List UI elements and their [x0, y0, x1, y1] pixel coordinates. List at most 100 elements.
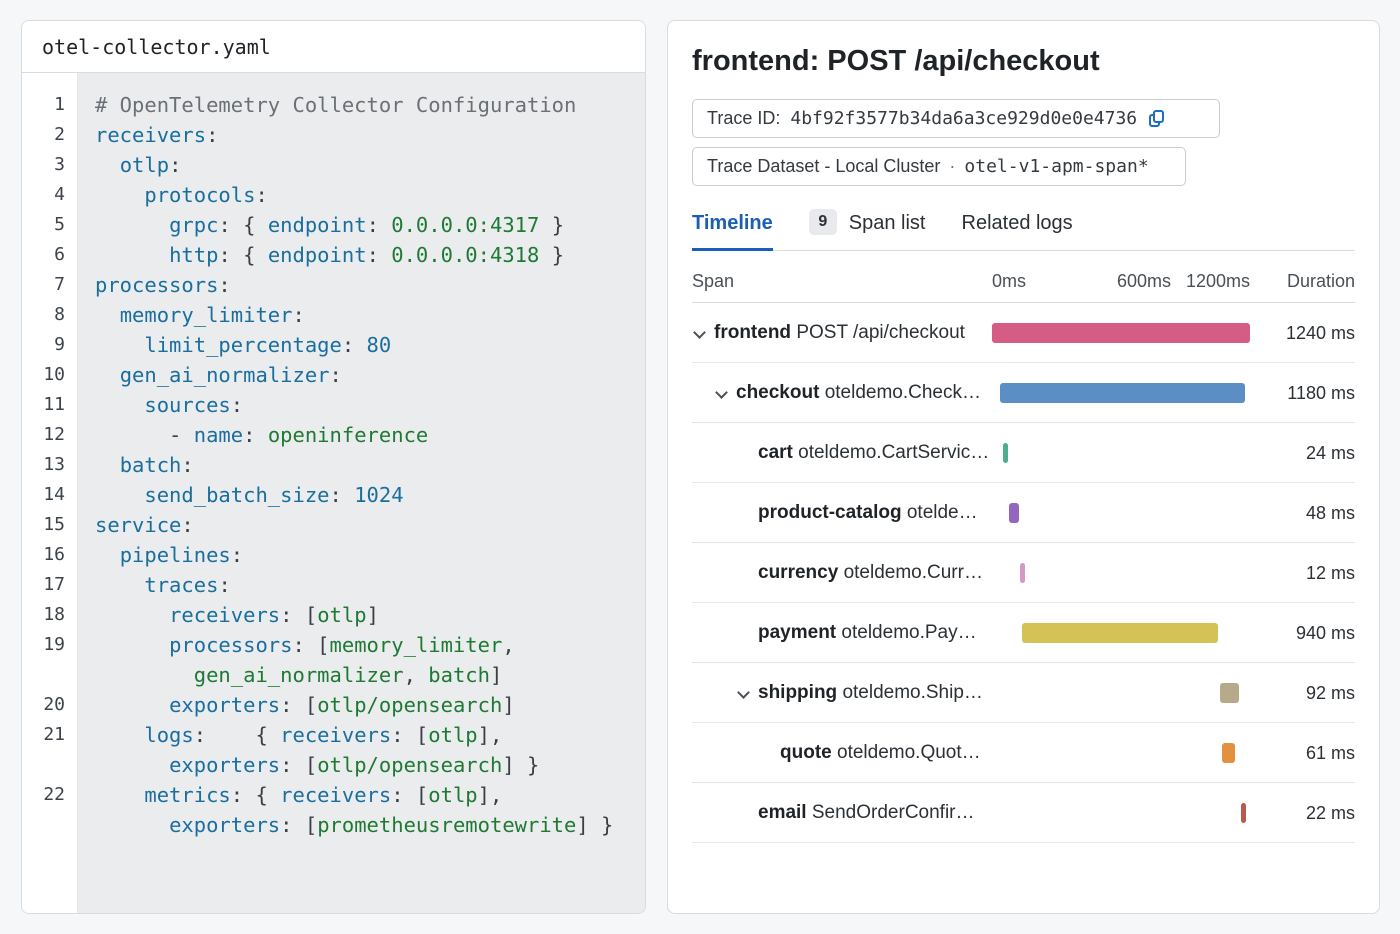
code-token: , [403, 663, 429, 687]
span-service: payment [758, 622, 837, 643]
code-editor-panel: otel-collector.yaml 1 2 3 4 5 6 7 8 9 10 11 12 13 14 1… [21, 20, 646, 914]
code-line: grpc: { endpoint: 0.0.0.0:4317 } [95, 210, 645, 240]
code-token: ] } [576, 813, 614, 837]
span-duration-bar[interactable] [999, 383, 1246, 403]
span-row-quote[interactable]: quote oteldemo.QuoteService/GetQuote 61 m… [692, 723, 1355, 783]
span-row-payment[interactable]: payment oteldemo.PaymentService/Charge 94… [692, 603, 1355, 663]
code-line: batch: [95, 450, 645, 480]
span-operation: oteldemo.CurrencyService/Convert [843, 562, 990, 583]
span-duration-bar[interactable] [992, 323, 1250, 343]
span-name: quote oteldemo.QuoteService/GetQuote [780, 723, 990, 783]
span-row-product-catalog[interactable]: product-catalog oteldemo.ProductCatalogS… [692, 483, 1355, 543]
span-duration: 1240 ms [1285, 323, 1355, 343]
line-number: 1 [54, 94, 65, 115]
tab-span-list[interactable]: 9 Span list [808, 207, 926, 251]
line-number: 3 [54, 154, 65, 175]
span-duration-bar[interactable] [1008, 503, 1019, 523]
span-duration-bar[interactable] [1022, 623, 1218, 643]
code-line: processors: [95, 270, 645, 300]
tab-timeline[interactable]: Timeline [692, 207, 773, 251]
span-row-frontend[interactable]: frontend POST /api/checkout 1240 ms [692, 303, 1355, 363]
span-duration-bar[interactable] [1020, 563, 1026, 583]
code-line: limit_percentage: 80 [95, 330, 645, 360]
code-token: : [292, 303, 305, 327]
code-token: traces [144, 573, 219, 597]
span-operation: oteldemo.ShippingService/ShipOrder [842, 682, 990, 703]
timeline-tick-0: 0ms [992, 271, 1027, 291]
span-duration: 1180 ms [1287, 383, 1355, 403]
span-row-cart[interactable]: cart oteldemo.CartService/GetCart 24 ms [692, 423, 1355, 483]
span-service: quote [780, 742, 832, 763]
span-row-currency[interactable]: currency oteldemo.CurrencyService/Conver… [692, 543, 1355, 603]
code-token: otlp/opensearch [317, 753, 503, 777]
code-line: gen_ai_normalizer, batch] [95, 660, 645, 690]
tab-related-logs[interactable]: Related logs [962, 207, 1073, 251]
span-duration: 92 ms [1305, 683, 1355, 703]
code-token: ] [366, 603, 379, 627]
line-number: 18 [43, 604, 65, 625]
code-line: receivers: [otlp] [95, 600, 645, 630]
span-duration: 48 ms [1305, 503, 1355, 523]
dataset-index: otel-v1-apm-span* [964, 156, 1149, 177]
span-duration-bar[interactable] [1220, 683, 1240, 703]
code-line: - name: openinference [95, 420, 645, 450]
dataset-chip[interactable]: Trace Dataset - Local Cluster · otel-v1-… [692, 147, 1186, 186]
timeline-tick-1200: 1200ms [1186, 271, 1251, 291]
span-row-checkout[interactable]: checkout oteldemo.CheckoutService/PlaceO… [692, 363, 1355, 423]
code-token: ], [477, 783, 503, 807]
span-name: cart oteldemo.CartService/GetCart [758, 423, 990, 483]
code-token: # OpenTelemetry Collector Configuration [95, 93, 577, 117]
trace-detail-panel: frontend: POST /api/checkout Trace ID: 4… [667, 20, 1380, 914]
span-row-shipping[interactable]: shipping oteldemo.ShippingService/ShipOr… [692, 663, 1355, 723]
code-line: http: { endpoint: 0.0.0.0:4318 } [95, 240, 645, 270]
chevron-down-icon[interactable] [737, 686, 750, 699]
code-line: send_batch_size: 1024 [95, 480, 645, 510]
code-token: 80 [366, 333, 392, 357]
code-token: ] } [502, 753, 540, 777]
span-duration: 22 ms [1305, 803, 1355, 823]
span-duration: 24 ms [1305, 443, 1355, 463]
editor-file-tab[interactable]: otel-collector.yaml [22, 21, 645, 73]
chevron-down-icon[interactable] [693, 326, 706, 339]
copy-icon[interactable] [1147, 109, 1167, 129]
code-token: gen_ai_normalizer [119, 363, 330, 387]
span-name: email SendOrderConfirmation [758, 783, 990, 843]
span-operation: oteldemo.ProductCatalogService/GetProduc… [906, 502, 990, 523]
code-token: name [193, 423, 244, 447]
code-token: sources [144, 393, 231, 417]
span-duration-bar[interactable] [1221, 743, 1235, 763]
code-token: } [539, 243, 565, 267]
code-token: : [218, 573, 231, 597]
code-token: : [ [280, 603, 318, 627]
code-area[interactable]: # OpenTelemetry Collector Configuration r… [78, 73, 645, 913]
code-token: : [206, 123, 219, 147]
line-number: 2 [54, 124, 65, 145]
span-duration-bar[interactable] [1002, 443, 1008, 463]
code-token: exporters [169, 693, 281, 717]
span-rows: frontend POST /api/checkout 1240 ms checko… [692, 303, 1355, 843]
code-line: otlp: [95, 150, 645, 180]
code-token: ] [489, 663, 503, 687]
span-duration: 940 ms [1295, 623, 1355, 643]
code-token: metrics [144, 783, 231, 807]
line-number: 19 [43, 634, 65, 655]
code-token: 0.0.0.0:4318 [391, 243, 540, 267]
code-line: service: [95, 510, 645, 540]
line-number: 11 [43, 394, 65, 415]
chevron-down-icon[interactable] [715, 386, 728, 399]
line-number-gutter: 1 2 3 4 5 6 7 8 9 10 11 12 13 14 15 16 17 18 19 20 21 22 [22, 73, 78, 913]
code-token: } [539, 213, 565, 237]
span-duration-bar[interactable] [1240, 803, 1246, 823]
code-token: memory_limiter [329, 633, 503, 657]
span-row-email[interactable]: email SendOrderConfirmation 22 ms [692, 783, 1355, 843]
line-number: 14 [43, 484, 65, 505]
code-token: : [329, 363, 342, 387]
code-line: protocols: [95, 180, 645, 210]
code-token: pipelines [119, 543, 231, 567]
span-name: payment oteldemo.PaymentService/Charge [758, 603, 990, 663]
